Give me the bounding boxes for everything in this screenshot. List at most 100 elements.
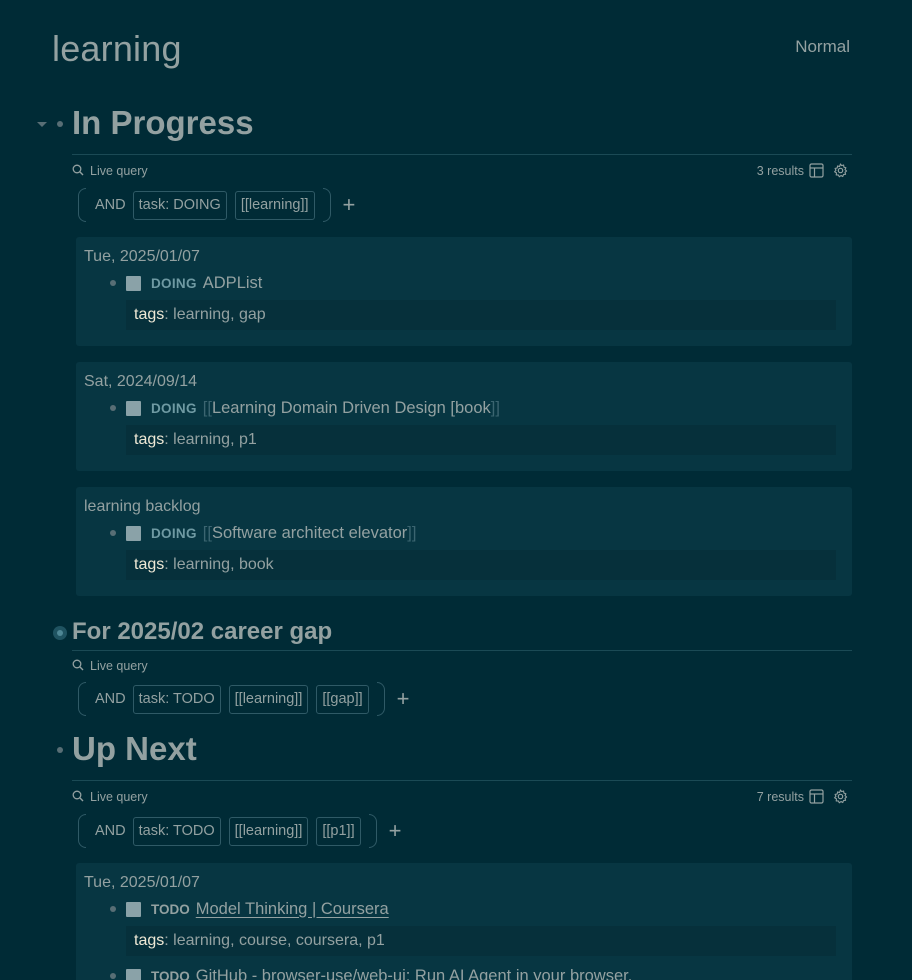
block-bullet[interactable] <box>110 973 116 979</box>
add-filter-button[interactable]: + <box>389 820 402 842</box>
block-bullet[interactable] <box>57 121 63 127</box>
query-operator[interactable]: AND <box>95 823 126 839</box>
query-result-card: Tue, 2025/01/07 TODO Model Thinking | Co… <box>76 863 852 980</box>
property-key[interactable]: tags <box>134 306 164 324</box>
query-header: Live query 7 results <box>72 788 852 808</box>
add-filter-button[interactable]: + <box>343 194 356 216</box>
external-link[interactable]: Model Thinking | Coursera <box>196 900 389 919</box>
search-icon <box>72 164 84 176</box>
search-icon <box>72 790 84 802</box>
result-group-title[interactable]: Tue, 2025/01/07 <box>84 874 200 892</box>
query-group-close <box>376 682 385 716</box>
property-key[interactable]: tags <box>134 431 164 449</box>
block-bullet[interactable] <box>110 405 116 411</box>
table-icon[interactable] <box>809 163 824 178</box>
heading-divider <box>72 154 852 155</box>
block-bullet[interactable] <box>110 530 116 536</box>
query-builder: AND task: TODO [[learning]] [[gap]] + <box>78 681 410 717</box>
query-filter-chip[interactable]: task: TODO <box>132 816 221 846</box>
editor-mode-label[interactable]: Normal <box>795 37 850 57</box>
block-properties: tags : learning, course, coursera, p1 <box>126 926 836 956</box>
page-ref-bracket: ]] <box>490 398 500 417</box>
property-key[interactable]: tags <box>134 556 164 574</box>
query-filter-chip[interactable]: [[p1]] <box>316 816 361 846</box>
block-bullet[interactable] <box>110 280 116 286</box>
task-block: TODO GitHub - browser-use/web-ui: Run AI… <box>110 965 632 980</box>
page-ref-bracket: [[ <box>202 523 212 542</box>
result-group-title[interactable]: learning backlog <box>84 498 201 516</box>
search-icon <box>72 659 84 671</box>
query-group-open <box>78 682 86 716</box>
query-builder: AND task: DOING [[learning]] + <box>78 187 355 223</box>
collapsed-block-bullet[interactable] <box>53 626 67 640</box>
heading-block: Up Next <box>0 728 912 776</box>
heading-block: For 2025/02 career gap <box>0 612 912 660</box>
block-properties: tags : learning, book <box>126 550 836 580</box>
task-block: DOING [[ Learning Domain Driven Design [… <box>110 397 500 419</box>
query-result-card: Tue, 2025/01/07 DOING ADPList tags : lea… <box>76 237 852 346</box>
section-up-next: Up Next <box>0 728 912 781</box>
section-heading[interactable]: Up Next <box>72 730 197 768</box>
section-heading[interactable]: For 2025/02 career gap <box>72 618 332 646</box>
property-key[interactable]: tags <box>134 932 164 950</box>
task-checkbox[interactable] <box>126 400 141 416</box>
query-operator[interactable]: AND <box>95 691 126 707</box>
property-value[interactable]: : learning, p1 <box>164 431 257 449</box>
task-marker[interactable]: DOING <box>151 401 197 416</box>
collapse-arrow-icon[interactable] <box>37 122 47 127</box>
query-result-card: learning backlog DOING [[ Software archi… <box>76 487 852 596</box>
query-header: Live query <box>72 657 852 677</box>
page-ref-link[interactable]: Learning Domain Driven Design [book <box>212 399 491 418</box>
live-query-label: Live query <box>90 164 148 178</box>
task-checkbox[interactable] <box>126 275 141 291</box>
query-group-open <box>78 814 86 848</box>
add-filter-button[interactable]: + <box>397 688 410 710</box>
result-group-title[interactable]: Tue, 2025/01/07 <box>84 248 200 266</box>
task-block: TODO Model Thinking | Coursera <box>110 898 389 920</box>
block-properties: tags : learning, gap <box>126 300 836 330</box>
live-query-label: Live query <box>90 790 148 804</box>
gear-icon[interactable] <box>833 163 848 178</box>
result-group-title[interactable]: Sat, 2024/09/14 <box>84 373 197 391</box>
task-marker[interactable]: DOING <box>151 526 197 541</box>
page-title[interactable]: learning <box>52 28 182 70</box>
task-marker[interactable]: TODO <box>151 902 190 917</box>
query-filter-chip[interactable]: [[learning]] <box>228 684 309 714</box>
task-title[interactable]: ADPList <box>203 274 263 293</box>
property-value[interactable]: : learning, gap <box>164 306 265 324</box>
property-value[interactable]: : learning, course, coursera, p1 <box>164 932 385 950</box>
query-filter-chip[interactable]: [[gap]] <box>316 684 369 714</box>
task-checkbox[interactable] <box>126 968 141 980</box>
query-group-close <box>368 814 377 848</box>
query-filter-chip[interactable]: task: DOING <box>132 190 227 220</box>
property-value[interactable]: : learning, book <box>164 556 273 574</box>
block-properties: tags : learning, p1 <box>126 425 836 455</box>
block-bullet[interactable] <box>110 906 116 912</box>
block-bullet[interactable] <box>57 747 63 753</box>
section-in-progress: In Progress <box>0 102 912 155</box>
task-checkbox[interactable] <box>126 525 141 541</box>
gear-icon[interactable] <box>833 789 848 804</box>
query-header: Live query 3 results <box>72 162 852 182</box>
page-ref-link[interactable]: Software architect elevator <box>212 524 407 543</box>
heading-divider <box>72 780 852 781</box>
query-filter-chip[interactable]: [[learning]] <box>234 190 315 220</box>
section-heading[interactable]: In Progress <box>72 104 254 142</box>
query-filter-chip[interactable]: [[learning]] <box>228 816 309 846</box>
task-block: DOING ADPList <box>110 272 262 294</box>
query-operator[interactable]: AND <box>95 197 126 213</box>
table-icon[interactable] <box>809 789 824 804</box>
task-marker[interactable]: DOING <box>151 276 197 291</box>
live-query-label: Live query <box>90 659 148 673</box>
section-career-gap: For 2025/02 career gap <box>0 612 912 660</box>
task-checkbox[interactable] <box>126 901 141 917</box>
query-group-open <box>78 188 86 222</box>
query-filter-chip[interactable]: task: TODO <box>132 684 221 714</box>
results-count: 7 results <box>756 790 804 804</box>
results-count: 3 results <box>756 164 804 178</box>
task-marker[interactable]: TODO <box>151 969 190 980</box>
query-group-close <box>322 188 331 222</box>
heading-divider <box>72 650 852 651</box>
query-builder: AND task: TODO [[learning]] [[p1]] + <box>78 813 401 849</box>
external-link[interactable]: GitHub - browser-use/web-ui: Run AI Agen… <box>196 967 633 980</box>
